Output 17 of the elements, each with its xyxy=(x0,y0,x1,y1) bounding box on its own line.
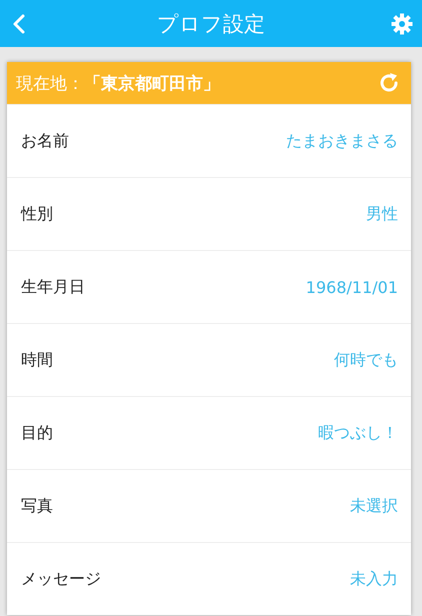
page-title: プロフ設定 xyxy=(157,10,265,38)
field-label: メッセージ xyxy=(21,568,101,590)
field-label: 性別 xyxy=(21,204,53,224)
field-label: 目的 xyxy=(21,422,53,444)
gear-icon[interactable] xyxy=(390,12,414,36)
field-label: お名前 xyxy=(21,130,69,152)
field-label: 時間 xyxy=(21,350,53,370)
field-value[interactable]: 1968/11/01 xyxy=(306,278,398,296)
field-value[interactable]: 未入力 xyxy=(350,568,398,590)
field-label: 写真 xyxy=(21,496,53,516)
field-value[interactable]: 男性 xyxy=(366,204,398,224)
field-value[interactable]: 暇つぶし！ xyxy=(318,422,398,444)
current-location: 現在地：「東京都町田市」 xyxy=(16,72,220,94)
field-value[interactable]: たまおきまさる xyxy=(286,130,398,152)
field-value[interactable]: 何時でも xyxy=(334,350,398,370)
field-label: 生年月日 xyxy=(21,276,85,298)
field-value[interactable]: 未選択 xyxy=(350,496,398,516)
